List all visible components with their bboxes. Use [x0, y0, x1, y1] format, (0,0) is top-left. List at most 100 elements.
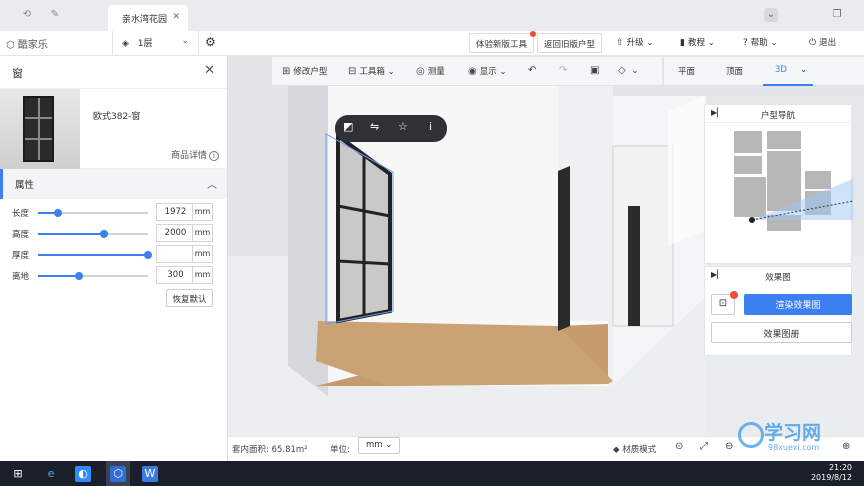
- slider-handle[interactable]: [144, 251, 152, 259]
- zoom-out-icon[interactable]: ⊖: [725, 441, 733, 452]
- toolbox-menu[interactable]: ⊟ 工具箱 ⌄: [348, 65, 395, 77]
- edit-plan-button[interactable]: ⊞ 修改户型: [282, 65, 327, 77]
- unit-label: 单位:: [330, 445, 350, 455]
- tutorial-label: 教程: [687, 38, 705, 48]
- param-slider[interactable]: [38, 251, 152, 259]
- refresh-icon[interactable]: ⟲: [21, 9, 33, 21]
- upgrade-menu[interactable]: ⇧ 升级 ⌄: [616, 36, 653, 48]
- param-label: 长度: [12, 209, 30, 219]
- app-icon[interactable]: ◐: [75, 466, 91, 482]
- tab-project[interactable]: 亲水湾花园 ✕: [108, 5, 188, 31]
- screenshot-icon[interactable]: ⊙: [675, 441, 683, 452]
- render-button[interactable]: 渲染效果图: [744, 294, 852, 315]
- object-float-toolbar: ◩ ⇋ ☆ ⅰ: [335, 115, 447, 142]
- param-input[interactable]: 1972 mm: [156, 203, 213, 221]
- reset-default-button[interactable]: 恢复默认: [166, 289, 213, 307]
- unit-select[interactable]: mm ⌄: [358, 437, 400, 454]
- close-icon[interactable]: ✕: [204, 63, 215, 78]
- param-unit: mm: [192, 246, 212, 262]
- attributes-section-header[interactable]: 属性 ︿: [0, 169, 227, 199]
- floor-label: 1层: [137, 39, 153, 49]
- material-mode-toggle[interactable]: ◆ 材质模式: [613, 443, 656, 455]
- upgrade-icon: ⇧: [616, 38, 624, 48]
- tab-plan[interactable]: 平面: [678, 65, 695, 77]
- gear-icon[interactable]: ⚙: [205, 35, 216, 49]
- edit-plan-label: 修改户型: [293, 67, 328, 77]
- param-input[interactable]: 2000 mm: [156, 224, 213, 242]
- slider-handle[interactable]: [100, 230, 108, 238]
- help-label: 帮助: [750, 38, 768, 48]
- star-icon[interactable]: ☆: [398, 120, 408, 133]
- notification-dot: [530, 31, 537, 37]
- panel-header: ▶▏ 户型导航: [705, 105, 851, 123]
- param-input[interactable]: 300 mm: [156, 266, 213, 284]
- album-button[interactable]: 效果图册: [711, 322, 852, 343]
- floor-select[interactable]: ◈ 1层 ⌄: [112, 31, 199, 55]
- eraser-icon[interactable]: ◇ ⌄: [618, 65, 639, 76]
- param-slider[interactable]: [38, 230, 148, 238]
- floor-nav-title: 户型导航: [760, 111, 795, 121]
- tab-3d[interactable]: 3D: [775, 65, 787, 75]
- eye-icon: ◉: [468, 66, 477, 77]
- product-detail-label: 商品详情: [170, 151, 207, 161]
- logout-label: 退出: [819, 38, 837, 48]
- param-value: 2000: [164, 228, 187, 238]
- area-readout: 套内面积: 65.81m²: [232, 445, 308, 455]
- collapse-icon[interactable]: ▶▏: [711, 108, 723, 117]
- fullscreen-icon[interactable]: ⤢: [700, 441, 708, 452]
- windows-start-icon[interactable]: ⊞: [10, 466, 26, 482]
- system-clock[interactable]: 21:20 2019/8/12: [811, 463, 852, 483]
- grid-icon: ⊞: [282, 66, 291, 77]
- kujiale-icon[interactable]: ⬡: [110, 466, 126, 482]
- close-icon[interactable]: ✕: [172, 12, 180, 22]
- swap-icon[interactable]: ⇋: [370, 120, 379, 133]
- param-row: 高度 2000 mm: [0, 224, 228, 244]
- floor-minimap[interactable]: [705, 123, 853, 263]
- tutorial-menu[interactable]: ▮ 教程 ⌄: [680, 36, 715, 48]
- param-input[interactable]: mm: [156, 245, 213, 263]
- param-slider[interactable]: [38, 272, 148, 280]
- unit-value: mm: [366, 440, 383, 450]
- collapse-icon[interactable]: ▶▏: [711, 270, 723, 279]
- product-detail-link[interactable]: 商品详情 i: [171, 148, 219, 161]
- info-icon[interactable]: ⅰ: [429, 120, 432, 133]
- watermark-url: 98xuexi.com: [768, 443, 820, 452]
- chevron-down-icon[interactable]: ⌄: [800, 65, 807, 75]
- panel-header: 窗 ✕: [0, 56, 227, 89]
- old-plan-label: 返回旧版户型: [544, 40, 596, 50]
- wps-icon[interactable]: W: [142, 466, 158, 482]
- new-tools-button[interactable]: 体验新版工具: [469, 31, 537, 53]
- param-unit: mm: [192, 204, 212, 220]
- chevron-down-icon[interactable]: ⌄: [764, 8, 778, 22]
- param-row: 长度 1972 mm: [0, 203, 228, 223]
- upgrade-label: 升级: [626, 38, 644, 48]
- measure-button[interactable]: ◎ 测量: [416, 65, 445, 77]
- param-row: 厚度 mm: [0, 245, 228, 265]
- slider-handle[interactable]: [53, 209, 62, 217]
- slider-handle[interactable]: [74, 272, 83, 280]
- watermark-logo: 学习网 98xuexi.com: [736, 418, 860, 458]
- undo-icon[interactable]: ↶: [528, 65, 539, 76]
- pin-icon[interactable]: ✎: [49, 9, 61, 21]
- measure-icon: ◎: [416, 66, 425, 77]
- tab-project-label: 亲水湾花园: [122, 15, 168, 25]
- design-toolbar: ⊞ 修改户型 ⊟ 工具箱 ⌄ ◎ 测量 ◉ 显示 ⌄ ↶ ↷ ▣ ◇ ⌄: [272, 57, 662, 86]
- param-unit: mm: [192, 267, 212, 283]
- property-panel: 窗 ✕ 欧式382-窗 商品详情 i 属性 ︿ 长度 1972 mm 高度 2000 mm 厚…: [0, 56, 228, 461]
- product-thumbnail: [0, 89, 80, 169]
- old-plan-button[interactable]: 返回旧版户型: [537, 33, 603, 53]
- edge-icon[interactable]: e: [43, 466, 59, 482]
- chevron-up-icon[interactable]: ︿: [207, 176, 217, 191]
- save-icon[interactable]: ▣: [590, 65, 602, 76]
- redo-icon[interactable]: ↷: [559, 65, 570, 76]
- app-logo: ⬡ 酷家乐: [6, 40, 48, 51]
- param-slider[interactable]: [38, 209, 148, 217]
- restore-icon[interactable]: ❐: [830, 8, 844, 22]
- help-menu[interactable]: ? 帮助 ⌄: [743, 36, 778, 48]
- logout-button[interactable]: ⏻ 退出: [809, 36, 836, 48]
- display-menu[interactable]: ◉ 显示 ⌄: [468, 65, 507, 77]
- replace-icon[interactable]: ◩: [343, 120, 353, 133]
- clock-date: 2019/8/12: [810, 473, 852, 482]
- tab-top[interactable]: 顶面: [726, 65, 743, 77]
- camera-icon[interactable]: ⊡: [711, 291, 738, 315]
